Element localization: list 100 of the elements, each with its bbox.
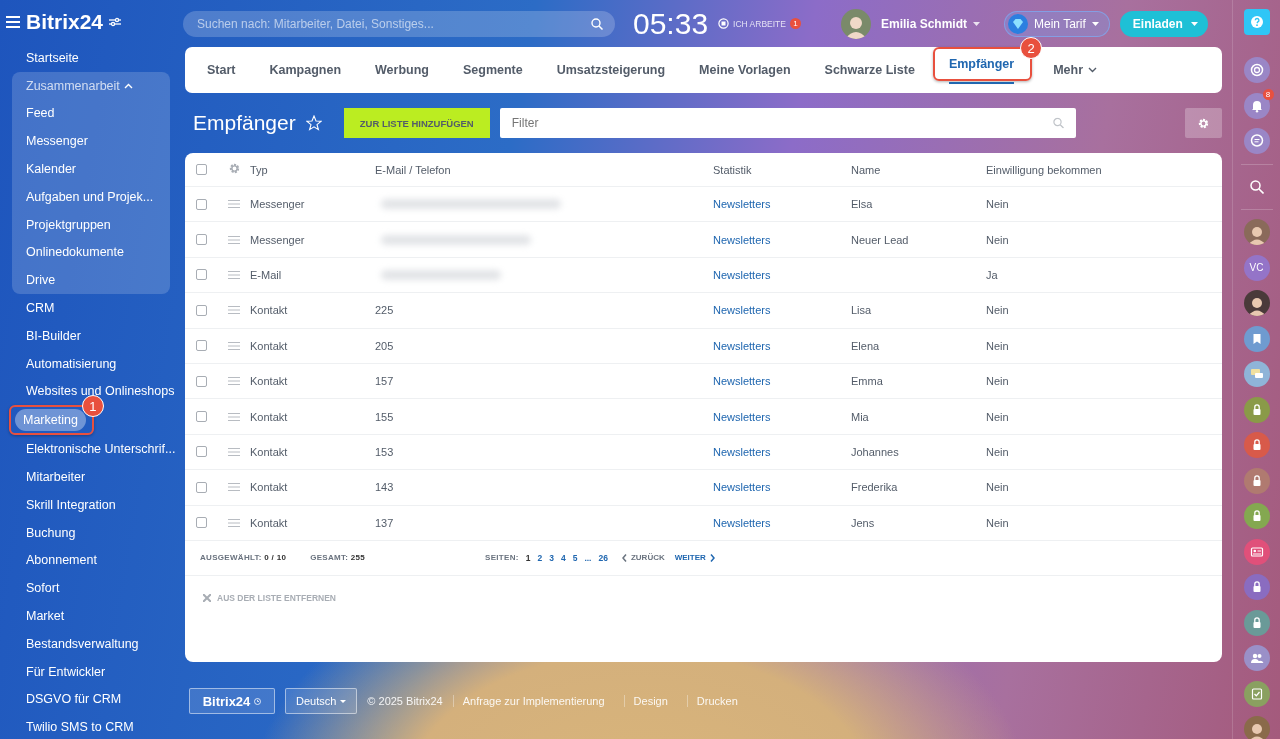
app-button[interactable] bbox=[1243, 467, 1270, 494]
statistics-link[interactable]: Newsletters bbox=[713, 445, 771, 458]
checkbox[interactable] bbox=[196, 375, 207, 387]
footer-logo-button[interactable]: Bitrix24 bbox=[189, 688, 275, 714]
checkbox[interactable] bbox=[196, 304, 207, 316]
add-to-list-button[interactable]: ZUR LISTE HINZUFÜGEN bbox=[343, 108, 490, 138]
sidebar-item[interactable]: Feed bbox=[12, 99, 170, 128]
page-link[interactable]: 1 bbox=[525, 552, 531, 563]
drag-handle-icon[interactable] bbox=[228, 341, 240, 350]
page-link[interactable]: ... bbox=[584, 552, 592, 563]
user-avatar[interactable] bbox=[1243, 716, 1270, 739]
app-button[interactable] bbox=[1243, 432, 1270, 458]
more-menu-tab[interactable]: Mehr bbox=[1040, 63, 1111, 77]
statistics-link[interactable]: Newsletters bbox=[713, 198, 771, 211]
checkbox[interactable] bbox=[196, 411, 207, 423]
checkbox[interactable] bbox=[196, 198, 207, 210]
sidebar-item[interactable]: Automatisierung bbox=[12, 349, 185, 378]
app-button[interactable] bbox=[1243, 325, 1270, 352]
app-button[interactable] bbox=[1243, 128, 1270, 154]
sidebar-item[interactable]: DSGVO für CRM bbox=[12, 685, 185, 714]
sidebar-item[interactable]: Projektgruppen bbox=[12, 210, 170, 239]
page-link[interactable]: 5 bbox=[572, 552, 578, 563]
menu-icon[interactable] bbox=[6, 16, 20, 28]
drag-handle-icon[interactable] bbox=[228, 306, 240, 315]
drag-handle-icon[interactable] bbox=[228, 270, 240, 279]
page-link[interactable]: 3 bbox=[549, 552, 554, 563]
checkbox[interactable] bbox=[196, 269, 207, 281]
page-link[interactable]: 26 bbox=[598, 552, 608, 563]
checkbox[interactable] bbox=[196, 164, 207, 175]
app-button[interactable] bbox=[1243, 645, 1270, 671]
sidebar-item[interactable]: Drive bbox=[12, 266, 170, 295]
sidebar-item[interactable]: Kalender bbox=[12, 155, 170, 183]
sidebar-item[interactable]: Startseite bbox=[12, 44, 185, 72]
sidebar-item[interactable]: Bestandsverwaltung bbox=[12, 629, 185, 658]
tab[interactable]: Schwarze Liste bbox=[811, 63, 928, 77]
language-dropdown[interactable]: Deutsch bbox=[285, 688, 358, 714]
column-header[interactable]: Name bbox=[851, 163, 986, 176]
contact-avatar[interactable]: VC bbox=[1243, 254, 1270, 281]
statistics-link[interactable]: Newsletters bbox=[713, 233, 771, 246]
sidebar-item[interactable]: Elektronische Unterschrif... bbox=[12, 435, 185, 464]
sidebar-item[interactable]: Mitarbeiter bbox=[12, 463, 185, 491]
drag-handle-icon[interactable] bbox=[228, 447, 240, 456]
sidebar-item[interactable]: BI-Builder bbox=[12, 321, 185, 350]
app-button[interactable] bbox=[1243, 574, 1270, 600]
checkbox[interactable] bbox=[196, 340, 207, 352]
sidebar-item[interactable]: Für Entwickler bbox=[12, 657, 185, 686]
drag-handle-icon[interactable] bbox=[228, 412, 240, 421]
drag-handle-icon[interactable] bbox=[228, 235, 240, 244]
help-button[interactable] bbox=[1243, 9, 1270, 35]
page-link[interactable]: 2 bbox=[537, 552, 543, 563]
column-header[interactable]: E-Mail / Telefon bbox=[375, 163, 713, 176]
tab[interactable]: Segmente bbox=[449, 63, 536, 77]
user-avatar[interactable] bbox=[841, 8, 871, 39]
app-button[interactable] bbox=[1243, 680, 1270, 707]
sliders-icon[interactable] bbox=[109, 17, 122, 27]
drag-handle-icon[interactable] bbox=[228, 518, 240, 527]
work-status[interactable]: ICH ARBEITE bbox=[733, 18, 786, 29]
user-menu[interactable]: Emilia Schmidt bbox=[875, 15, 986, 32]
checkbox[interactable] bbox=[196, 517, 207, 529]
tab[interactable]: Werbung bbox=[362, 63, 442, 77]
statistics-link[interactable]: Newsletters bbox=[713, 516, 771, 529]
next-page-button[interactable]: WEITER bbox=[674, 553, 715, 563]
user-avatar[interactable] bbox=[1243, 219, 1270, 245]
sidebar-item[interactable]: Aufgaben und Projek... bbox=[12, 183, 170, 211]
checkbox[interactable] bbox=[196, 234, 207, 246]
app-logo[interactable]: Bitrix24 bbox=[26, 10, 104, 34]
user-avatar[interactable] bbox=[1243, 290, 1270, 316]
app-button[interactable] bbox=[1243, 396, 1270, 423]
checkbox[interactable] bbox=[196, 481, 207, 493]
sidebar-item[interactable]: Buchung bbox=[12, 518, 185, 547]
filter-field[interactable]: Filter bbox=[499, 108, 1076, 138]
settings-button[interactable] bbox=[1185, 108, 1222, 138]
drag-handle-icon[interactable] bbox=[228, 483, 240, 492]
app-button[interactable] bbox=[1243, 538, 1270, 565]
statistics-link[interactable]: Newsletters bbox=[713, 268, 771, 281]
tab[interactable]: Umsatzsteigerung bbox=[543, 63, 679, 77]
tab[interactable]: Meine Vorlagen bbox=[686, 63, 804, 77]
statistics-link[interactable]: Newsletters bbox=[713, 481, 771, 494]
drag-handle-icon[interactable] bbox=[228, 377, 240, 386]
sidebar-item[interactable]: Messenger bbox=[12, 127, 170, 156]
sidebar-item[interactable]: Market bbox=[12, 602, 185, 630]
previous-page-button[interactable]: ZURÜCK bbox=[621, 553, 665, 563]
statistics-link[interactable]: Newsletters bbox=[713, 410, 771, 423]
drag-handle-icon[interactable] bbox=[228, 200, 240, 209]
column-header[interactable]: Einwilligung bekommen bbox=[986, 163, 1222, 176]
app-button[interactable] bbox=[1243, 57, 1270, 83]
stop-circle-icon[interactable] bbox=[718, 18, 730, 29]
column-header[interactable]: Statistik bbox=[713, 163, 851, 176]
page-link[interactable]: 4 bbox=[560, 552, 566, 563]
column-header[interactable]: Typ bbox=[250, 163, 375, 176]
app-button[interactable] bbox=[1243, 609, 1270, 636]
plan-button[interactable]: Mein Tarif bbox=[1004, 10, 1110, 37]
statistics-link[interactable]: Newsletters bbox=[713, 339, 771, 352]
checkbox[interactable] bbox=[196, 446, 207, 458]
statistics-link[interactable]: Newsletters bbox=[713, 375, 771, 388]
app-button[interactable] bbox=[1243, 361, 1270, 387]
sidebar-item[interactable]: CRM bbox=[12, 294, 185, 322]
tab[interactable]: Kampagnen bbox=[256, 63, 355, 77]
sidebar-item[interactable]: Sofort bbox=[12, 574, 185, 603]
sidebar-item[interactable]: Skrill Integration bbox=[12, 490, 185, 519]
